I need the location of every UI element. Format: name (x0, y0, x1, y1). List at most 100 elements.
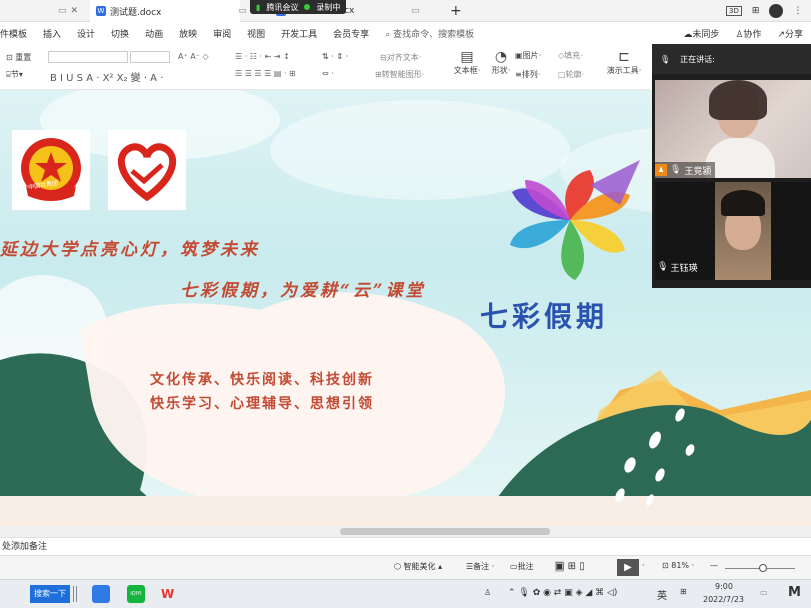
notification-icon[interactable]: ▭ (760, 588, 768, 597)
zoom-out-button[interactable]: — (710, 561, 718, 570)
menu-transition[interactable]: 切换 (103, 27, 137, 40)
outline-button[interactable]: □轮廓· (558, 69, 584, 80)
notes-pane[interactable]: 处添加备注 (0, 537, 811, 555)
iqiyi-app-icon[interactable]: iQIYI (127, 585, 145, 603)
volunteer-badge (108, 130, 186, 210)
convert-smartart-button[interactable]: ⊞转智能图形· (375, 69, 424, 80)
list-icon[interactable]: ☰ · ☷ · ⇤ ⇥ ↕ (235, 52, 290, 61)
speaking-header: 🎙︎ 正在讲话: (652, 44, 811, 74)
restore-icon[interactable]: ▭ (58, 6, 67, 16)
sync-button[interactable]: ☁未同步 (675, 27, 727, 40)
cloud-icon: ☁ (683, 29, 693, 40)
wps-app-icon[interactable]: W (161, 585, 181, 603)
arrange-icon: ≡ (515, 70, 522, 79)
menu-template[interactable]: 件模板 (0, 27, 35, 40)
textbox-button[interactable]: ▤ 文本框· (450, 49, 484, 76)
monitor-icon: ▭ (411, 6, 420, 16)
mic-icon: 🎙︎ (660, 54, 671, 64)
participant-hair-2 (721, 190, 765, 216)
input-language[interactable]: 英 (657, 587, 667, 602)
smart-beautify-button[interactable]: ⬡ 智能美化 ▴ (394, 561, 442, 572)
app-logo-icon[interactable]: M (788, 585, 801, 600)
scrollbar-thumb[interactable] (340, 528, 550, 535)
presenter-tools-button[interactable]: ⊏ 演示工具· (604, 49, 644, 76)
people-icon[interactable]: ♙ (484, 588, 491, 597)
play-options-icon[interactable]: · (642, 561, 645, 570)
zoom-slider[interactable] (725, 564, 795, 572)
collab-button[interactable]: ♙协作 (727, 27, 769, 40)
close-icon[interactable]: ✕ (71, 6, 79, 16)
status-bar: ⬡ 智能美化 ▴ ☰备注 · ▭批注 ▣ ⊞ ▯ ▶ · ⊡ 81% · — (0, 555, 811, 579)
menu-design[interactable]: 设计 (69, 27, 103, 40)
menu-view[interactable]: 视图 (239, 27, 273, 40)
fill-button[interactable]: ◇填充· (558, 50, 583, 61)
beautify-icon: ⬡ (394, 562, 401, 571)
picture-icon: ▣ (515, 51, 523, 60)
share-icon: ↗ (777, 29, 785, 40)
zoom-control[interactable]: ⊡ 81% · (662, 561, 694, 570)
presenter-icon: ⊏ (618, 49, 630, 65)
mic-icon: 🎙︎ (657, 262, 669, 272)
align-icon[interactable]: ☰ ☰ ☰ ☰ ▤ · ⊞ (235, 69, 296, 78)
align-text-button[interactable]: ⊟对齐文本· (380, 52, 421, 63)
new-tab-button[interactable]: + (444, 0, 468, 22)
outline-icon: □ (558, 70, 566, 79)
home-tab[interactable] (0, 0, 30, 22)
play-slideshow-button[interactable]: ▶ (617, 559, 639, 576)
menu-insert[interactable]: 插入 (35, 27, 69, 40)
font-size-select[interactable] (130, 51, 170, 63)
tencent-meeting-app-icon[interactable] (92, 585, 110, 603)
slide-topics-line1: 文化传承、快乐阅读、科技创新 (150, 372, 374, 388)
command-search[interactable]: ⌕ 查找命令、搜索模板 (377, 27, 482, 40)
view-normal-button[interactable]: ▣ ⊞ ▯ (555, 561, 585, 572)
font-family-select[interactable] (48, 51, 128, 63)
menu-slideshow[interactable]: 放映 (171, 27, 205, 40)
horizontal-scrollbar[interactable] (0, 526, 811, 537)
taskbar-divider (73, 586, 77, 602)
zoom-slider-thumb[interactable] (759, 564, 767, 572)
picture-button[interactable]: ▣图片· (515, 50, 541, 61)
layout-icon[interactable]: 3D (726, 6, 742, 16)
comment-button[interactable]: ▭批注 (510, 561, 534, 572)
menu-member[interactable]: 会员专享 (325, 27, 377, 40)
clock-date[interactable]: 2022/7/23 (703, 595, 744, 604)
menu-review[interactable]: 审阅 (205, 27, 239, 40)
section-button[interactable]: ⌸节▾ (6, 69, 23, 80)
text-format-buttons[interactable]: B I U S A · X² X₂ 變 · A · (50, 69, 163, 84)
avatar[interactable] (769, 4, 784, 18)
heart-hands-icon (117, 143, 177, 202)
taskbar-search-button[interactable]: 搜索一下 (30, 585, 70, 603)
fit-icon: ⊡ (662, 561, 669, 570)
ime-icon[interactable]: ⊞ (680, 587, 687, 596)
slide-title-line2: 七彩假期，为爱耕“云”课堂 (180, 281, 426, 301)
word-doc-icon: W (96, 6, 106, 16)
clock-time[interactable]: 9:00 (715, 582, 733, 591)
window-controls: 3D ⊞ ⋮ (720, 0, 808, 22)
shape-button[interactable]: ◔ 形状· (487, 49, 515, 76)
mic-icon: 🎙︎ (670, 165, 682, 175)
video-tile-2[interactable]: 🎙︎ 王钰瑛 (655, 182, 811, 280)
menu-animation[interactable]: 动画 (137, 27, 171, 40)
font-grow-icon[interactable]: A⁺ A⁻ ◇ (178, 52, 209, 61)
grid-icon[interactable]: ⊞ (752, 6, 760, 16)
more-icon[interactable]: ⋮ (793, 6, 802, 16)
ribbon-toolbar: ⊡ 重置 ⌸节▾ A⁺ A⁻ ◇ B I U S A · X² X₂ 變 · A… (0, 44, 650, 90)
tab-doc1[interactable]: W 测试题.docx (90, 0, 240, 22)
comment-icon: ▭ (510, 562, 518, 571)
tab-doc2-monitor[interactable]: ▭ (405, 0, 426, 22)
normal-view-icon: ▣ (555, 561, 565, 572)
char-spacing-button[interactable]: ⇔ · (322, 69, 334, 78)
tray-icons[interactable]: ⌃ 🎙︎ ✿ ◉ ⇄ ▣ ◈ ◢ ⌘ ◁) (508, 588, 617, 598)
os-taskbar: 搜索一下 iQIYI W ♙ ⌃ 🎙︎ ✿ ◉ ⇄ ▣ ◈ ◢ ⌘ ◁) 英 ⊞… (0, 579, 811, 608)
play-icon: ▶ (624, 562, 632, 573)
reset-button[interactable]: ⊡ 重置 (6, 52, 31, 63)
direction-button[interactable]: ⇅ · ⇕ · (322, 52, 348, 61)
participant-label-2: 🎙︎ 王钰瑛 (657, 262, 698, 274)
notes-button[interactable]: ☰备注 · (466, 561, 494, 572)
video-tile-1[interactable]: ♟ 🎙︎ 王竞颍 (655, 80, 811, 178)
arrange-button[interactable]: ≡排列· (515, 69, 540, 80)
menu-developer[interactable]: 开发工具 (273, 27, 325, 40)
share-button[interactable]: ↗分享 (769, 27, 811, 40)
align-text-icon: ⊟ (380, 53, 387, 62)
colorful-flower-logo (510, 160, 640, 280)
